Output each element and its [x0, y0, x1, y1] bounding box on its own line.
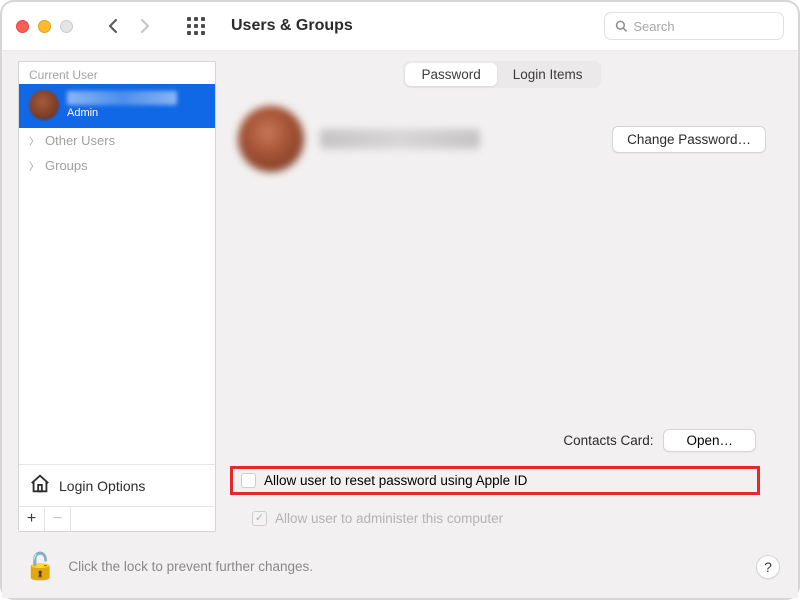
user-header: Change Password… [230, 102, 774, 172]
footer: 🔓 Click the lock to prevent further chan… [2, 538, 798, 598]
sidebar-user-selected[interactable]: Admin [19, 84, 215, 128]
allow-reset-checkbox[interactable] [241, 473, 256, 488]
search-input[interactable] [633, 19, 773, 34]
search-field[interactable] [604, 12, 784, 40]
big-avatar-icon[interactable] [238, 106, 304, 172]
add-remove-row: + − [19, 506, 215, 531]
contacts-card-label: Contacts Card: [563, 433, 653, 448]
allow-reset-row: Allow user to reset password using Apple… [230, 466, 760, 495]
main-pane: Password Login Items Change Password… Co… [230, 61, 782, 532]
window: Users & Groups Current User Admin 〉 Othe… [0, 0, 800, 600]
chevron-right-icon: 〉 [29, 158, 39, 173]
check-icon: ✓ [255, 513, 264, 524]
login-options-button[interactable]: Login Options [19, 464, 215, 506]
sidebar: Current User Admin 〉 Other Users 〉 Group… [18, 61, 216, 532]
search-icon [615, 19, 627, 33]
home-icon [29, 473, 51, 498]
change-password-button[interactable]: Change Password… [612, 126, 766, 153]
user-name-block: Admin [67, 91, 177, 119]
allow-reset-label: Allow user to reset password using Apple… [264, 473, 527, 488]
help-button[interactable]: ? [756, 555, 780, 579]
titlebar: Users & Groups [2, 2, 798, 51]
contacts-row: Contacts Card: Open… [230, 429, 756, 452]
tab-password[interactable]: Password [405, 63, 496, 86]
tabs: Password Login Items [403, 61, 600, 88]
all-prefs-icon[interactable] [187, 17, 205, 35]
allow-admin-checkbox: ✓ [252, 511, 267, 526]
forward-button [131, 13, 159, 39]
back-button[interactable] [99, 13, 127, 39]
lock-icon[interactable]: 🔓 [24, 551, 56, 582]
body: Current User Admin 〉 Other Users 〉 Group… [2, 51, 798, 538]
close-icon[interactable] [16, 20, 29, 33]
remove-button: − [45, 507, 71, 531]
big-user-name-blurred [320, 129, 480, 149]
minimize-icon[interactable] [38, 20, 51, 33]
allow-admin-row: ✓ Allow user to administer this computer [244, 505, 774, 532]
open-contacts-button[interactable]: Open… [663, 429, 756, 452]
allow-admin-label: Allow user to administer this computer [275, 511, 503, 526]
login-options-label: Login Options [59, 478, 145, 494]
traffic-lights [16, 20, 73, 33]
user-name-blurred [67, 91, 177, 105]
sidebar-header-current-user: Current User [19, 62, 215, 84]
nav-buttons [99, 13, 159, 39]
sidebar-item-label: Groups [45, 158, 88, 173]
avatar-icon [29, 90, 59, 120]
tabs-row: Password Login Items [230, 61, 774, 88]
window-title: Users & Groups [231, 17, 353, 35]
sidebar-item-label: Other Users [45, 133, 115, 148]
lock-text: Click the lock to prevent further change… [68, 559, 744, 574]
user-role: Admin [67, 107, 177, 119]
sidebar-item-other-users[interactable]: 〉 Other Users [19, 128, 215, 153]
tab-login-items[interactable]: Login Items [497, 63, 599, 86]
sidebar-item-groups[interactable]: 〉 Groups [19, 153, 215, 178]
maximize-icon [60, 20, 73, 33]
add-button[interactable]: + [19, 507, 45, 531]
chevron-right-icon: 〉 [29, 133, 39, 148]
